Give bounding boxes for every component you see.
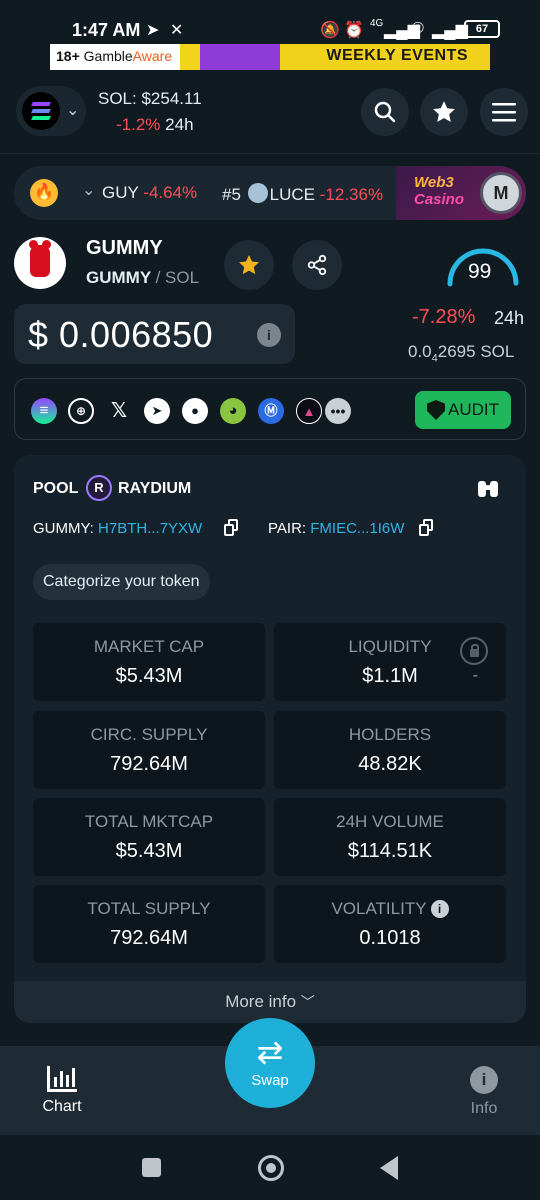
x-icon[interactable]: 𝕏 xyxy=(106,398,132,424)
web3-casino-ad[interactable]: Web3 Casino M xyxy=(396,166,526,220)
pool-label: POOL xyxy=(33,480,79,497)
system-nav-bar xyxy=(0,1135,540,1200)
mute-icon: 🔕 xyxy=(320,22,340,39)
token-name: GUMMY xyxy=(86,237,163,259)
coinmarketcap-icon[interactable]: Ⓜ xyxy=(258,398,284,424)
status-time: 1:47 AM xyxy=(72,20,141,40)
star-icon xyxy=(433,101,455,122)
website-icon[interactable]: ⊕ xyxy=(68,398,94,424)
dex-name: RAYDIUM xyxy=(118,480,192,497)
network-label: 4G xyxy=(370,18,384,29)
gummy-bear-icon xyxy=(29,240,51,277)
chevron-down-icon: ﹀ xyxy=(300,994,315,1010)
telegram-notification-icon: ➤ xyxy=(146,22,160,39)
sol-change: -1.2% 24h xyxy=(116,115,194,134)
favorite-token-button[interactable] xyxy=(224,240,274,290)
token-price: $ 0.006850 xyxy=(28,314,214,355)
ticker-item[interactable]: #5 LUCE -12.36% xyxy=(222,183,383,205)
chevron-down-icon: ⌄ xyxy=(66,102,80,119)
more-icon[interactable]: ••• xyxy=(325,398,351,424)
token-pair: GUMMY / SOL xyxy=(86,268,200,287)
sol-price: SOL: $254.11 xyxy=(98,89,202,108)
star-icon xyxy=(239,255,259,275)
battery-icon: 67 xyxy=(464,20,500,38)
solana-icon[interactable]: ≡ xyxy=(31,398,57,424)
binoculars-icon[interactable] xyxy=(476,477,500,505)
price-change-24h: -7.28% xyxy=(412,306,476,328)
registered-icon: ® xyxy=(412,20,424,37)
info-icon[interactable]: i xyxy=(430,900,449,918)
search-button[interactable] xyxy=(361,88,409,136)
trending-ticker[interactable]: 🔥 ⌄ GUY -4.64% #5 LUCE -12.36% Web3 Casin… xyxy=(14,166,526,220)
copy-icon[interactable] xyxy=(419,519,435,537)
share-button[interactable] xyxy=(292,240,342,290)
chain-selector[interactable]: ⌄ xyxy=(16,86,86,136)
stat-24h-volume: 24H VOLUME $114.51K xyxy=(274,798,506,876)
liquidity-locked-value: - xyxy=(472,667,478,684)
chart-icon xyxy=(47,1066,77,1092)
signal-2-icon: ▂▄▆ xyxy=(432,22,468,39)
back-button[interactable] xyxy=(380,1156,398,1180)
stat-total-mktcap: TOTAL MKTCAP $5.43M xyxy=(33,798,265,876)
web3-casino-text: Web3 Casino xyxy=(414,174,465,208)
alarm-icon: ⏰ xyxy=(344,22,364,39)
token-address[interactable]: GUMMY: H7BTH...7YXW xyxy=(33,520,202,537)
swap-button[interactable]: ⇄ Swap xyxy=(225,1018,315,1108)
app-header: ⌄ SOL: $254.11 -1.2% 24h xyxy=(0,72,540,154)
pool-card: POOL R RAYDIUM GUMMY: H7BTH...7YXW PAIR:… xyxy=(14,455,526,1023)
coingecko-icon[interactable]: ◕ xyxy=(220,398,246,424)
social-links-bar: ≡ ⊕ 𝕏 ➤ ● ◕ Ⓜ ▲ ••• AUDIT xyxy=(14,378,526,440)
casino-logo-icon: M xyxy=(480,172,522,214)
favorites-button[interactable] xyxy=(420,88,468,136)
info-icon: i xyxy=(470,1066,498,1094)
solana-logo-icon xyxy=(22,92,60,130)
search-icon xyxy=(374,101,396,123)
weekly-events-text: WEEKLY EVENTS xyxy=(326,47,468,64)
swap-arrows-icon: ⇄ xyxy=(256,1034,284,1070)
copy-icon[interactable] xyxy=(224,519,240,537)
chevron-down-icon[interactable]: ⌄ xyxy=(82,180,95,200)
stat-total-supply: TOTAL SUPPLY 792.64M xyxy=(33,885,265,963)
nav-chart[interactable]: Chart xyxy=(17,1066,107,1116)
price-box: $ 0.006850 i xyxy=(14,304,295,364)
sol-rate: 0.042695 SOL xyxy=(408,342,515,365)
shield-check-icon xyxy=(427,400,445,420)
menu-button[interactable] xyxy=(480,88,528,136)
fire-icon: 🔥 xyxy=(30,179,58,207)
telegram-icon[interactable]: ➤ xyxy=(144,398,170,424)
token-avatar-icon xyxy=(247,183,268,203)
reddit-icon[interactable]: ● xyxy=(182,398,208,424)
token-score: 99 xyxy=(468,260,492,283)
categorize-token-button[interactable]: Categorize your token xyxy=(33,564,210,600)
nav-info[interactable]: i Info xyxy=(439,1066,529,1118)
stat-holders[interactable]: HOLDERS 48.82K xyxy=(274,711,506,789)
stat-circ-supply: CIRC. SUPPLY 792.64M xyxy=(33,711,265,789)
raydium-icon: R xyxy=(86,475,112,501)
status-bar: 1:47 AM ➤ ✕ 🔕 ⏰ 4G ▂▄▆ ® ▂▄▆ 67 xyxy=(0,0,540,44)
more-info-button[interactable]: More info ﹀ xyxy=(14,981,526,1023)
x-notification-icon: ✕ xyxy=(170,22,184,39)
gamble-aware-logo: 18+ GambleAware xyxy=(56,48,173,64)
ad-banner[interactable]: 18+ GambleAware WEEKLY EVENTS xyxy=(50,44,490,70)
info-icon[interactable]: i xyxy=(257,323,281,347)
share-icon xyxy=(307,254,327,276)
token-logo xyxy=(14,237,66,289)
hamburger-icon xyxy=(492,103,516,122)
change-period-label: 24h xyxy=(494,308,525,328)
audit-button[interactable]: AUDIT xyxy=(415,391,511,429)
pair-address[interactable]: PAIR: FMIEC...1I6W xyxy=(268,520,404,537)
stat-liquidity: LIQUIDITY $1.1M - xyxy=(274,623,506,701)
lock-icon[interactable] xyxy=(460,637,488,665)
ticker-item[interactable]: GUY -4.64% xyxy=(102,183,197,203)
recents-button[interactable] xyxy=(142,1158,161,1177)
stat-market-cap: MARKET CAP $5.43M xyxy=(33,623,265,701)
home-button[interactable] xyxy=(258,1155,284,1181)
stat-volatility: VOLATILITY i 0.1018 xyxy=(274,885,506,963)
aggregator-icon[interactable]: ▲ xyxy=(296,398,322,424)
